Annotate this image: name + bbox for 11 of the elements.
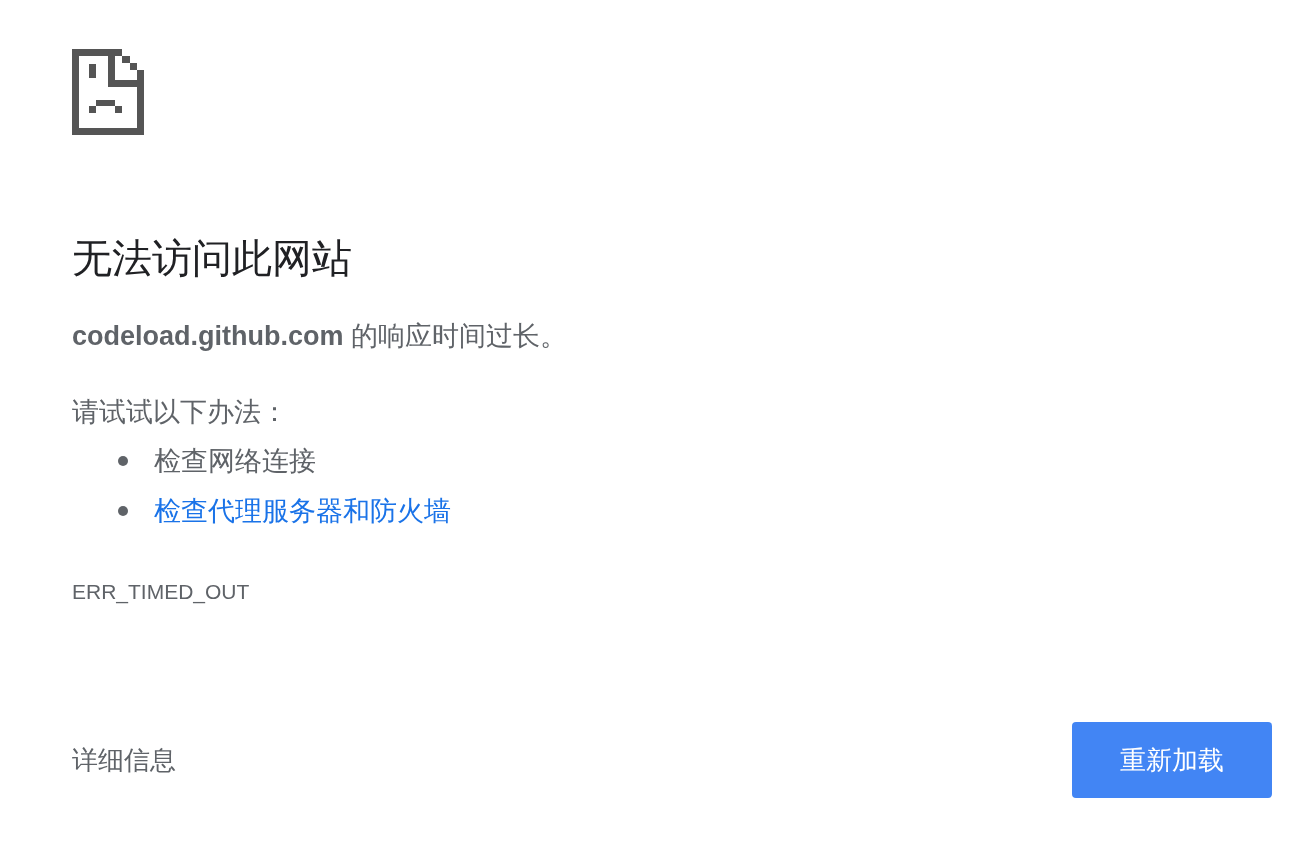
details-button[interactable]: 详细信息 (72, 742, 176, 778)
suggestions-heading: 请试试以下办法： (72, 396, 289, 429)
suggestion-text: 检查网络连接 (154, 445, 316, 478)
reload-button[interactable]: 重新加载 (1072, 722, 1272, 798)
error-code: ERR_TIMED_OUT (72, 579, 251, 606)
error-message: codeload.github.com 的响应时间过长。 (72, 320, 569, 353)
bullet-icon (118, 506, 128, 516)
sad-page-icon (72, 48, 144, 136)
bullet-icon (118, 456, 128, 466)
suggestion-link[interactable]: 检查代理服务器和防火墙 (154, 493, 451, 529)
error-title: 无法访问此网站 (72, 235, 353, 282)
